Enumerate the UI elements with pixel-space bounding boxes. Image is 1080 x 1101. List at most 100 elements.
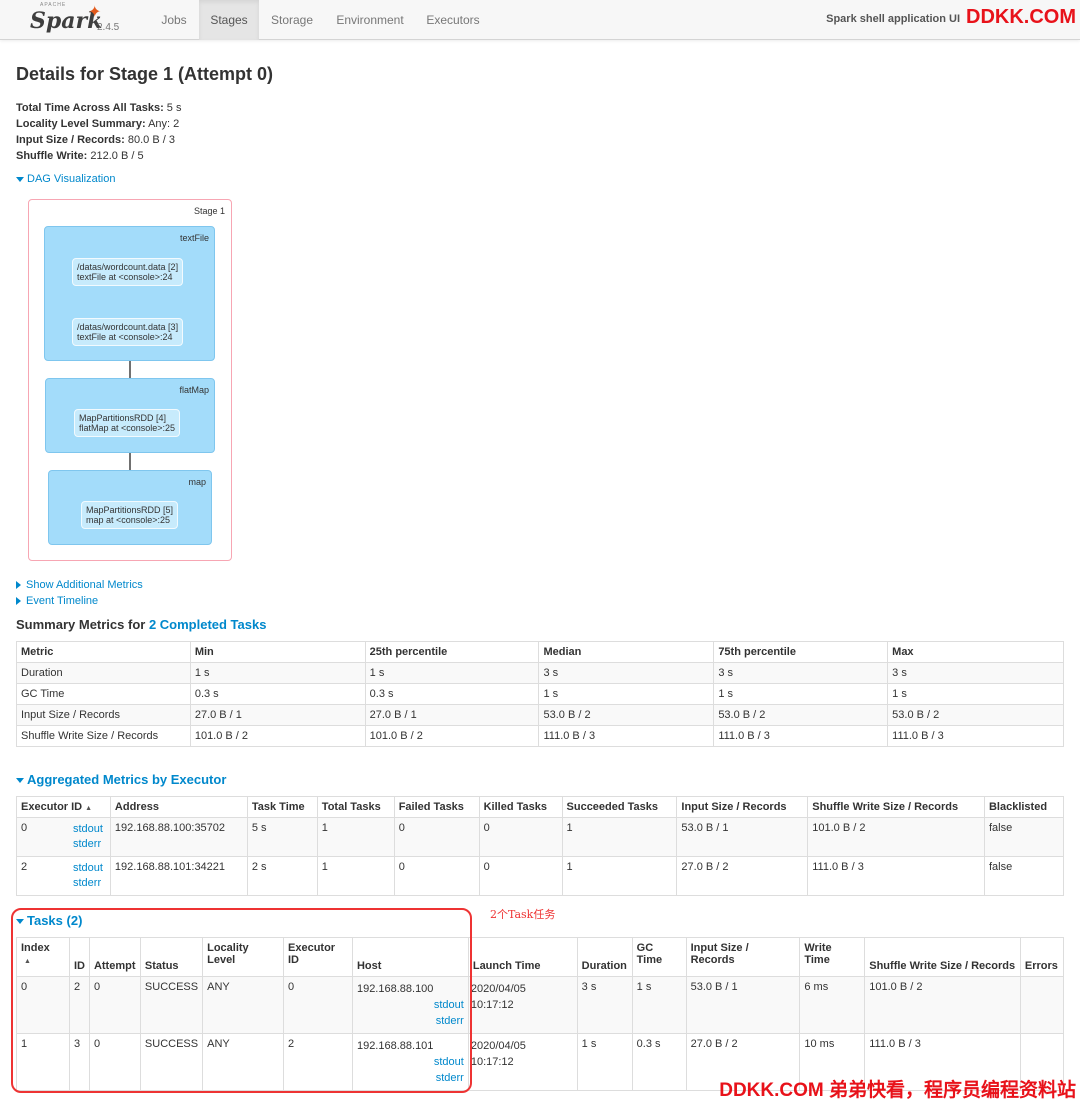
table-cell: 111.0 B / 3 [713, 725, 889, 747]
executor-id-cell: 2 stdout stderr [16, 856, 111, 896]
aggregated-metrics-table: Executor ID ▲ Address Task Time Total Tas… [16, 796, 1065, 896]
caret-down-icon [16, 778, 24, 784]
column-header[interactable]: 25th percentile [364, 641, 540, 663]
dag-stage-label: Stage 1 [193, 206, 225, 216]
table-cell: 0.3 s [189, 683, 366, 705]
tasks-table: Index ▲ ID Attempt Status Locality Level E… [16, 937, 1065, 1091]
stdout-link[interactable]: stdout [434, 1056, 464, 1068]
column-header[interactable]: Metric [16, 641, 191, 663]
table-row: GC Time 0.3 s 0.3 s 1 s 1 s 1 s [16, 683, 1064, 705]
table-cell: 1 s [576, 1033, 633, 1091]
tab-storage[interactable]: Storage [262, 0, 322, 40]
stdout-link[interactable]: stdout [434, 999, 464, 1011]
sort-ascending-icon[interactable]: ▲ [85, 805, 92, 812]
column-header[interactable]: GC Time [631, 937, 687, 977]
watermark-top: DDKK.COM [966, 6, 1076, 28]
column-header[interactable]: Max [887, 641, 1064, 663]
summary-metrics-title: Summary Metrics for 2 Completed Tasks [16, 617, 266, 632]
tasks-title: Tasks (2) [27, 913, 83, 928]
column-header[interactable]: Duration [576, 937, 633, 977]
column-header[interactable]: 75th percentile [713, 641, 889, 663]
header-label: Time [636, 954, 663, 966]
host-name: 192.168.88.100 [356, 983, 434, 995]
summary-value: 80.0 B / 3 [127, 134, 175, 146]
rdd-node[interactable]: MapPartitionsRDD [5] map at <console>:25 [81, 501, 179, 529]
column-header[interactable]: Shuffle Write Size / Records [864, 937, 1021, 977]
column-header-index[interactable]: Index ▲ [16, 937, 70, 977]
table-cell: Duration [16, 662, 191, 684]
stderr-link[interactable]: stderr [73, 838, 101, 850]
column-header[interactable]: Shuffle Write Size / Records [807, 796, 985, 818]
summary-label: Total Time Across All Tasks: [16, 102, 164, 114]
tab-environment[interactable]: Environment [328, 0, 412, 40]
dag-visualization-toggle[interactable]: DAG Visualization [16, 173, 115, 185]
stderr-link[interactable]: stderr [436, 1072, 464, 1084]
tab-stages[interactable]: Stages [199, 0, 259, 40]
watermark-bottom: DDKK.COM 弟弟快看，程序员编程资料站 [719, 1080, 1076, 1101]
header-label: Executor [288, 942, 336, 954]
table-cell: 101.0 B / 2 [864, 976, 1021, 1034]
tasks-toggle[interactable]: Tasks (2) [16, 913, 82, 928]
stdout-link[interactable]: stdout [73, 823, 103, 835]
column-header[interactable]: Locality Level [202, 937, 284, 977]
column-header[interactable]: Total Tasks [316, 796, 395, 818]
column-header[interactable]: Status [139, 937, 204, 977]
column-header[interactable]: Min [189, 641, 366, 663]
column-header[interactable]: Input Size / Records [676, 796, 809, 818]
column-header[interactable]: Succeeded Tasks [561, 796, 678, 818]
column-header-executor-id[interactable]: Executor ID ▲ [16, 796, 111, 818]
sort-ascending-icon[interactable]: ▲ [24, 958, 31, 965]
column-header[interactable]: Executor ID [283, 937, 353, 977]
table-cell: 2 [68, 976, 90, 1034]
caret-down-icon [16, 176, 24, 182]
column-header[interactable]: Launch Time [467, 937, 578, 977]
column-header[interactable]: Attempt [88, 937, 141, 977]
column-header[interactable]: Write Time [799, 937, 866, 977]
stderr-link[interactable]: stderr [73, 877, 101, 889]
column-header[interactable]: Killed Tasks [478, 796, 563, 818]
table-cell: 1 [316, 856, 395, 896]
table-cell: 192.168.88.100:35702 [109, 817, 248, 857]
navbar: APACHE Spark ✦ 2.4.5 Jobs Stages Storage… [0, 0, 1080, 40]
table-cell: 0 [393, 856, 480, 896]
column-header[interactable]: Median [538, 641, 715, 663]
table-cell: 0.3 s [631, 1033, 687, 1091]
header-label: GC [636, 942, 654, 954]
aggregated-metrics-toggle[interactable]: Aggregated Metrics by Executor [16, 772, 226, 787]
rdd-node[interactable]: MapPartitionsRDD [4] flatMap at <console… [74, 409, 181, 437]
tab-jobs[interactable]: Jobs [150, 0, 198, 40]
stderr-link[interactable]: stderr [436, 1015, 464, 1027]
stdout-link[interactable]: stdout [73, 862, 103, 874]
rdd-node[interactable]: /datas/wordcount.data [2] textFile at <c… [72, 258, 184, 286]
completed-tasks-link[interactable]: 2 Completed Tasks [149, 617, 267, 632]
table-header-row: Executor ID ▲ Address Task Time Total Tas… [16, 796, 1065, 818]
column-header[interactable]: ID [68, 937, 90, 977]
header-label: Status [144, 960, 179, 972]
column-header[interactable]: Failed Tasks [393, 796, 480, 818]
table-cell: 1 s [189, 662, 366, 684]
summary-label: Input Size / Records: [16, 134, 125, 146]
header-label: Records [690, 954, 735, 966]
table-cell: 1 [316, 817, 395, 857]
column-header[interactable]: Address [109, 796, 248, 818]
column-header[interactable]: Host [351, 937, 469, 977]
summary-label: Shuffle Write: [16, 150, 88, 162]
tab-executors[interactable]: Executors [419, 0, 487, 40]
rdd-callsite: textFile at <console>:24 [77, 272, 173, 282]
rdd-node[interactable]: /datas/wordcount.data [3] textFile at <c… [72, 318, 184, 346]
table-cell: 3 s [887, 662, 1064, 684]
show-additional-metrics-toggle[interactable]: Show Additional Metrics [16, 579, 143, 591]
table-cell: 2 s [246, 856, 318, 896]
header-label: Executor ID [21, 801, 83, 813]
event-timeline-toggle[interactable]: Event Timeline [16, 595, 98, 607]
table-cell: 1 [16, 1033, 70, 1091]
column-header[interactable]: Input Size / Records [685, 937, 801, 977]
column-header[interactable]: Blacklisted [983, 796, 1065, 818]
summary-value: 212.0 B / 5 [90, 150, 144, 162]
table-cell: 1 [561, 856, 678, 896]
table-cell: 3 [68, 1033, 90, 1091]
column-header[interactable]: Errors [1019, 937, 1065, 977]
table-cell: Shuffle Write Size / Records [16, 725, 191, 747]
summary-metrics-title-text: Summary Metrics for [16, 617, 149, 632]
column-header[interactable]: Task Time [246, 796, 318, 818]
